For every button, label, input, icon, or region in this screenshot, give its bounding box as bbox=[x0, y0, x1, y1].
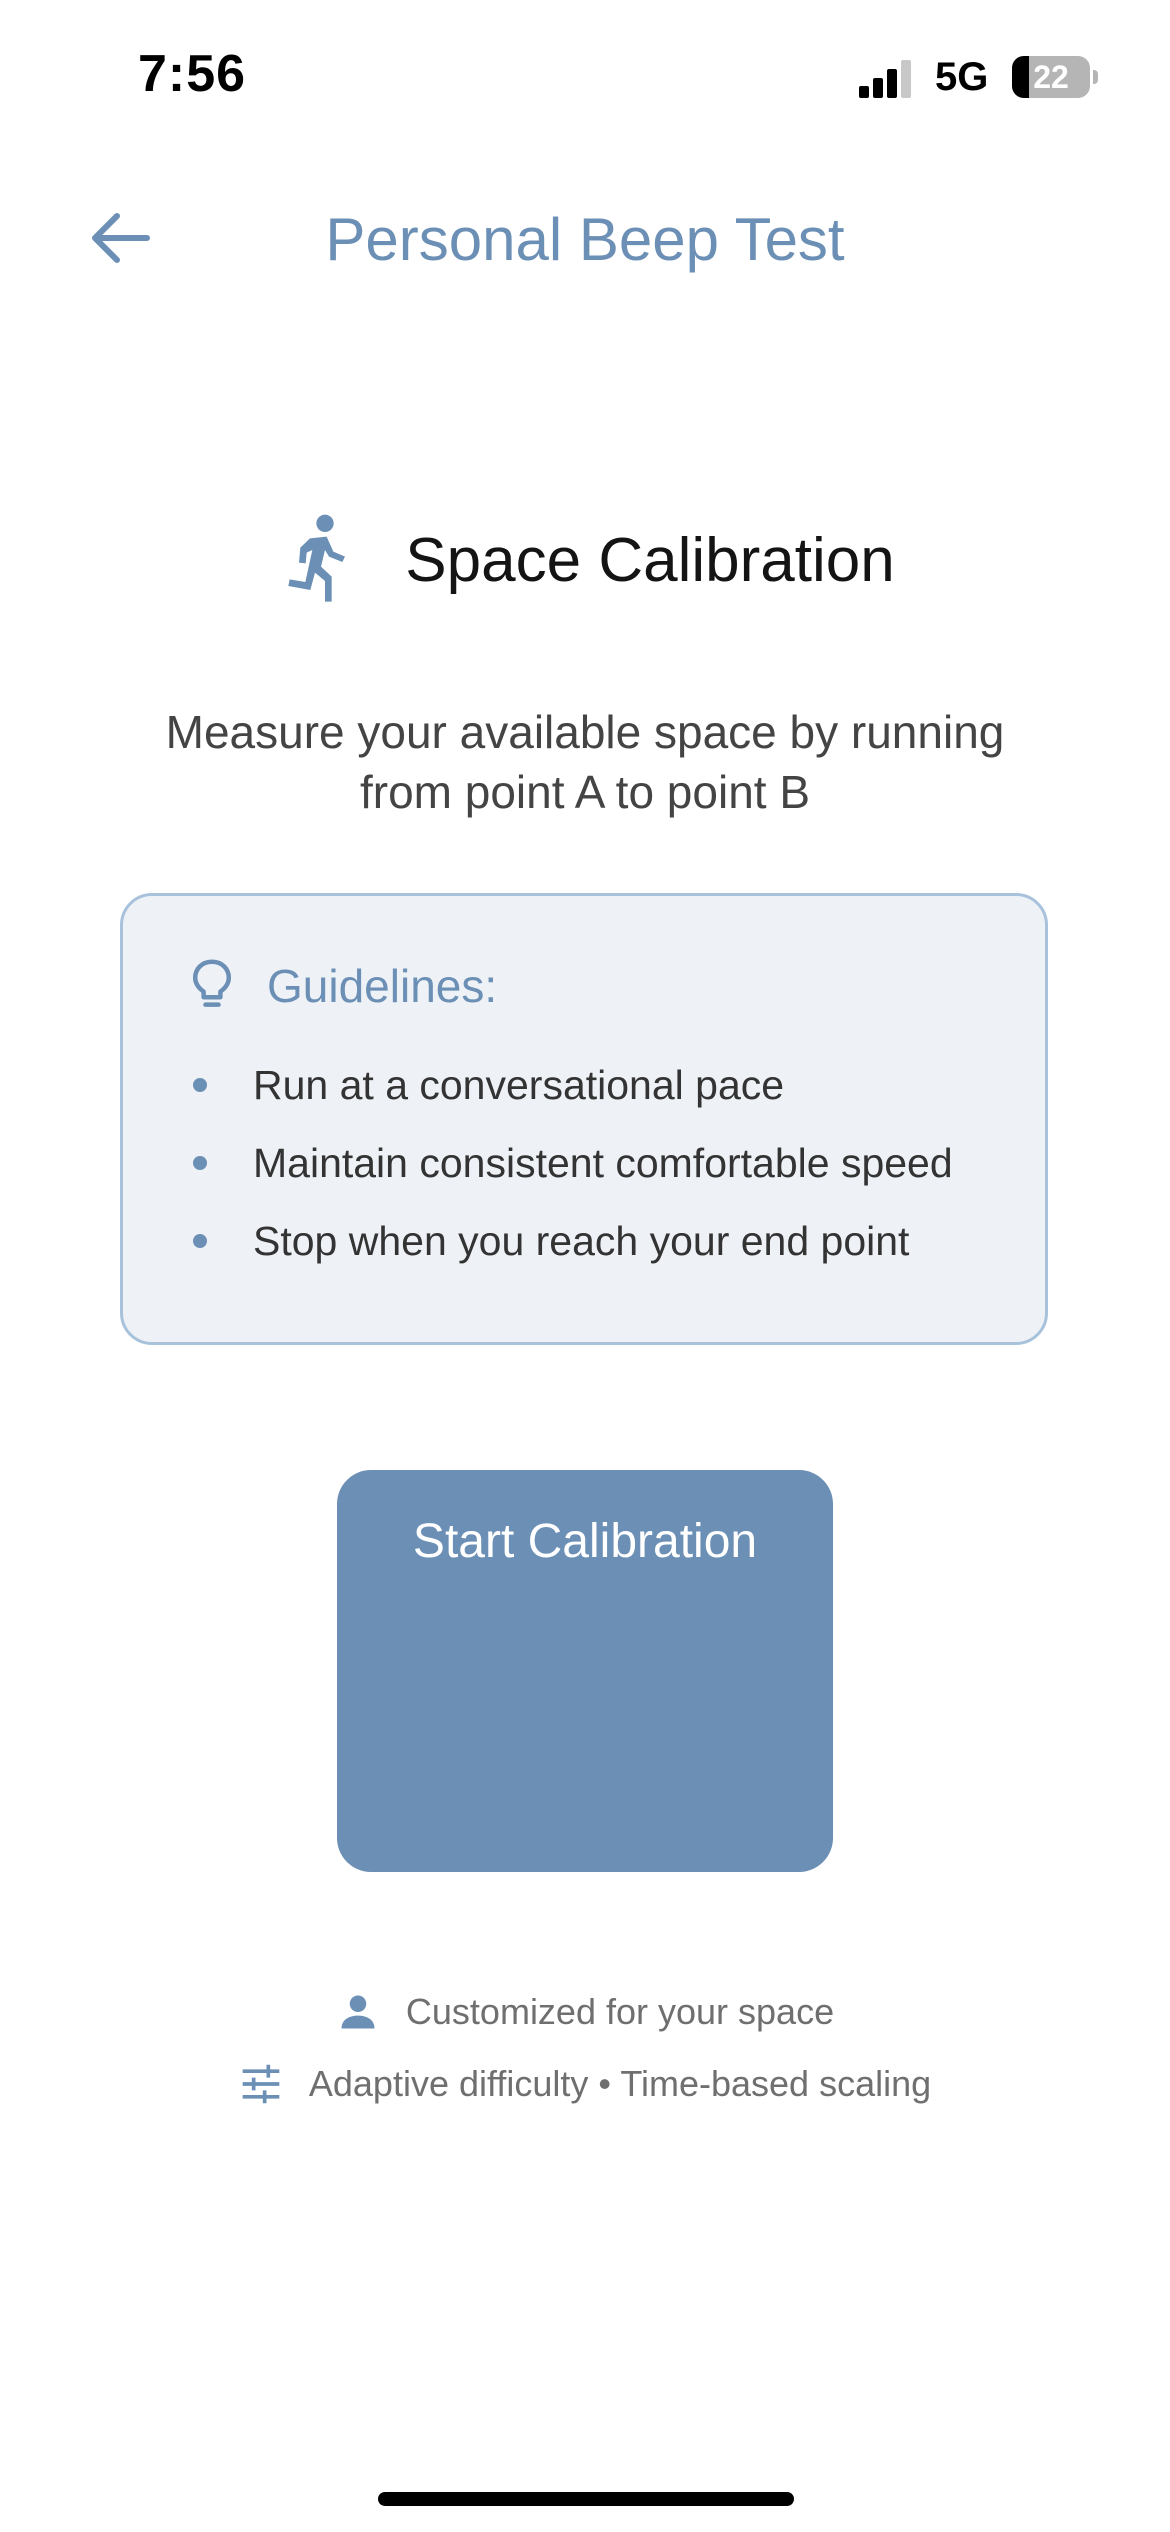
battery-icon: 22 bbox=[1012, 56, 1090, 98]
feature-adaptive: Adaptive difficulty • Time-based scaling bbox=[0, 2062, 1170, 2106]
network-type: 5G bbox=[935, 55, 989, 99]
start-calibration-label: Start Calibration bbox=[412, 1515, 758, 1568]
bullet-icon bbox=[193, 1156, 207, 1170]
start-calibration-button[interactable]: Start Calibration bbox=[337, 1470, 833, 1872]
section-title: Space Calibration bbox=[405, 525, 895, 595]
list-item: Stop when you reach your end point bbox=[187, 1202, 953, 1280]
guideline-text: Run at a conversational pace bbox=[253, 1061, 785, 1108]
page-title: Personal Beep Test bbox=[325, 206, 845, 273]
bullet-icon bbox=[193, 1078, 207, 1092]
home-indicator[interactable] bbox=[378, 2492, 794, 2506]
person-icon bbox=[341, 1995, 375, 2029]
status-time: 7:56 bbox=[138, 45, 247, 103]
section-header: Space Calibration bbox=[0, 512, 1170, 608]
feature-text: Adaptive difficulty • Time-based scaling bbox=[308, 2063, 932, 2104]
guideline-text: Maintain consistent comfortable speed bbox=[253, 1139, 953, 1186]
guidelines-card: Guidelines: Run at a conversational pace… bbox=[120, 893, 1048, 1345]
guideline-text: Stop when you reach your end point bbox=[253, 1217, 910, 1264]
lightbulb-icon bbox=[192, 959, 232, 1007]
cellular-signal-icon bbox=[859, 60, 911, 98]
list-item: Maintain consistent comfortable speed bbox=[187, 1124, 953, 1202]
guidelines-title: Guidelines: bbox=[267, 960, 498, 1012]
list-item: Run at a conversational pace bbox=[187, 1046, 953, 1124]
battery-level: 22 bbox=[1033, 59, 1069, 95]
running-person-icon bbox=[288, 514, 346, 602]
battery-cap bbox=[1093, 70, 1098, 84]
guidelines-list: Run at a conversational pace Maintain co… bbox=[187, 1046, 953, 1280]
feature-text: Customized for your space bbox=[405, 1991, 835, 2032]
bullet-icon bbox=[193, 1234, 207, 1248]
sliders-icon bbox=[242, 2064, 280, 2104]
feature-customized: Customized for your space bbox=[0, 1990, 1170, 2034]
status-bar: 7:56 5G 22 bbox=[0, 0, 1170, 150]
section-description: Measure your available space by running … bbox=[165, 706, 1005, 818]
guidelines-header: Guidelines: bbox=[189, 958, 497, 1014]
